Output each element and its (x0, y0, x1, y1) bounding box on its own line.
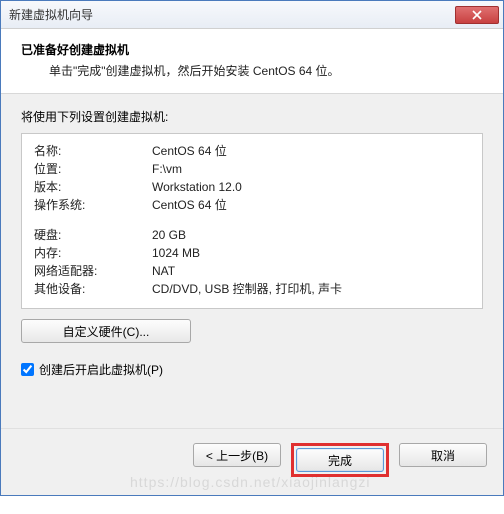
customize-hardware-button[interactable]: 自定义硬件(C)... (21, 319, 191, 343)
summary-key: 其他设备: (34, 280, 152, 298)
settings-label: 将使用下列设置创建虚拟机: (21, 108, 483, 125)
summary-key: 位置: (34, 160, 152, 178)
cancel-button-label: 取消 (431, 447, 455, 464)
summary-key: 版本: (34, 178, 152, 196)
settings-summary: 名称:CentOS 64 位位置:F:\vm版本:Workstation 12.… (21, 133, 483, 309)
summary-row: 名称:CentOS 64 位 (34, 142, 470, 160)
back-button[interactable]: < 上一步(B) (193, 443, 281, 467)
summary-row: 操作系统:CentOS 64 位 (34, 196, 470, 214)
summary-row: 版本:Workstation 12.0 (34, 178, 470, 196)
summary-value: CentOS 64 位 (152, 196, 470, 214)
body-section: 将使用下列设置创建虚拟机: 名称:CentOS 64 位位置:F:\vm版本:W… (1, 94, 503, 388)
summary-key: 网络适配器: (34, 262, 152, 280)
summary-key: 操作系统: (34, 196, 152, 214)
summary-row: 网络适配器:NAT (34, 262, 470, 280)
power-on-checkbox-row: 创建后开启此虚拟机(P) (21, 361, 483, 378)
summary-value: CentOS 64 位 (152, 142, 470, 160)
finish-button[interactable]: 完成 (296, 448, 384, 472)
wizard-window: 新建虚拟机向导 已准备好创建虚拟机 单击"完成"创建虚拟机，然后开始安装 Cen… (0, 0, 504, 496)
summary-row: 硬盘:20 GB (34, 226, 470, 244)
summary-key: 名称: (34, 142, 152, 160)
titlebar: 新建虚拟机向导 (1, 1, 503, 29)
summary-key: 内存: (34, 244, 152, 262)
window-title: 新建虚拟机向导 (9, 6, 455, 23)
summary-value: 1024 MB (152, 244, 470, 262)
summary-value: CD/DVD, USB 控制器, 打印机, 声卡 (152, 280, 470, 298)
header-title: 已准备好创建虚拟机 (21, 41, 483, 58)
summary-value: NAT (152, 262, 470, 280)
finish-button-label: 完成 (328, 452, 352, 469)
summary-key: 硬盘: (34, 226, 152, 244)
summary-row: 内存:1024 MB (34, 244, 470, 262)
close-button[interactable] (455, 6, 499, 24)
summary-value: 20 GB (152, 226, 470, 244)
header-subtitle: 单击"完成"创建虚拟机，然后开始安装 CentOS 64 位。 (21, 62, 483, 79)
header-section: 已准备好创建虚拟机 单击"完成"创建虚拟机，然后开始安装 CentOS 64 位… (1, 29, 503, 94)
power-on-checkbox[interactable] (21, 363, 34, 376)
customize-hardware-label: 自定义硬件(C)... (63, 323, 150, 340)
summary-row: 其他设备:CD/DVD, USB 控制器, 打印机, 声卡 (34, 280, 470, 298)
finish-highlight: 完成 (291, 443, 389, 477)
power-on-checkbox-label[interactable]: 创建后开启此虚拟机(P) (39, 361, 163, 378)
summary-row: 位置:F:\vm (34, 160, 470, 178)
summary-value: F:\vm (152, 160, 470, 178)
cancel-button[interactable]: 取消 (399, 443, 487, 467)
footer-buttons: < 上一步(B) 完成 取消 (1, 428, 503, 495)
summary-value: Workstation 12.0 (152, 178, 470, 196)
close-icon (472, 10, 482, 20)
back-button-label: < 上一步(B) (206, 447, 268, 464)
